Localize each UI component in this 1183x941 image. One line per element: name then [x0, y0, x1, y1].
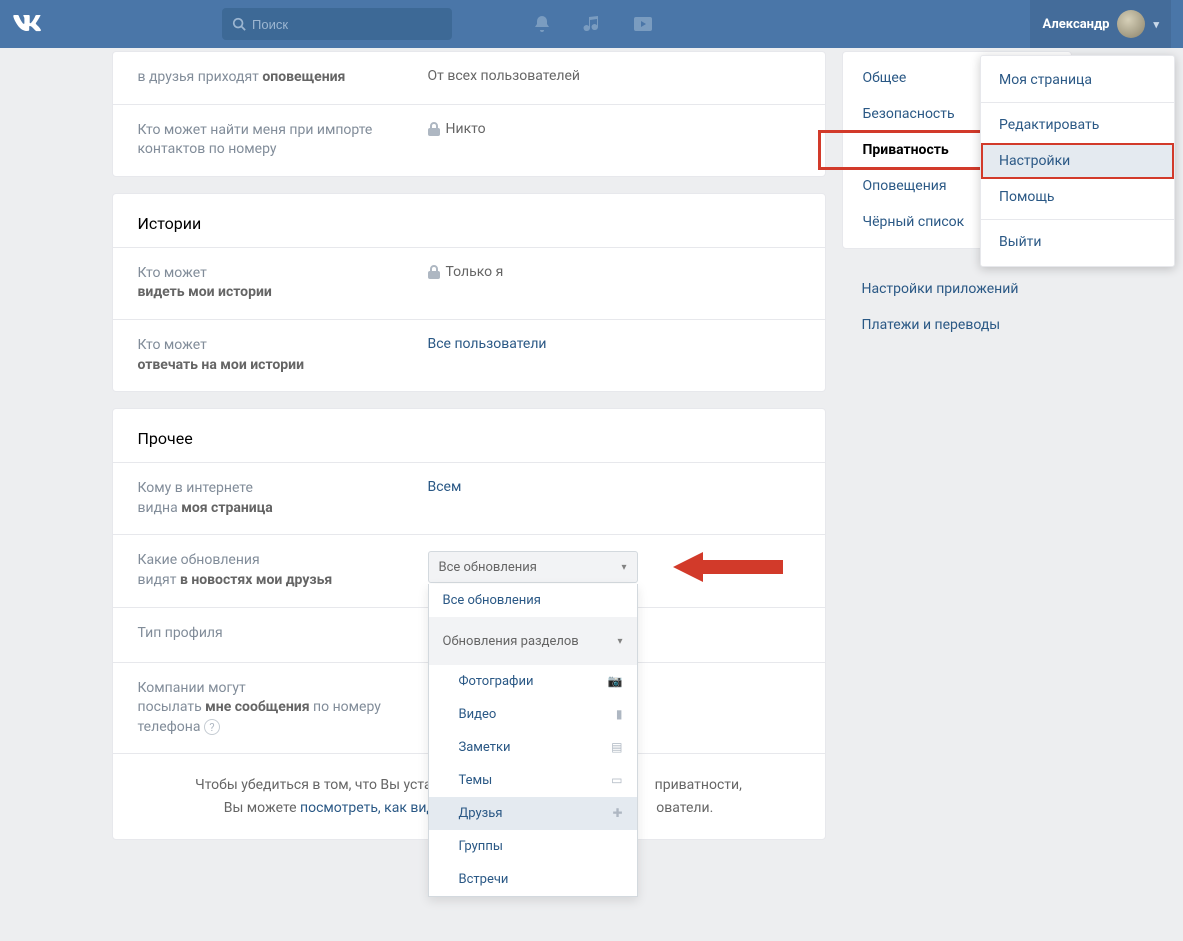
row-internet-visible[interactable]: Кому в интернете видна моя страница Всем — [113, 462, 825, 534]
help-icon[interactable]: ? — [204, 719, 220, 735]
row-value: Все пользователи — [428, 336, 800, 352]
row-label: Кто можетвидеть мои истории — [138, 264, 428, 303]
row-label: Кто может найти меня при импорте контакт… — [138, 121, 428, 160]
panel-other: Прочее Кому в интернете видна моя страни… — [112, 408, 826, 840]
row-label: Кто можетотвечать на мои истории — [138, 336, 428, 375]
row-value-select: Все обновления ▾ Все обновления Обновлен… — [428, 551, 800, 583]
user-name: Александр — [1042, 17, 1109, 32]
opt-topics[interactable]: Темы▭ — [429, 764, 637, 797]
opt-friends[interactable]: Друзья✚ — [429, 797, 637, 830]
dropdown-logout[interactable]: Выйти — [981, 224, 1174, 260]
row-see-stories[interactable]: Кто можетвидеть мои истории Только я — [113, 247, 825, 319]
row-import-contacts[interactable]: Кто может найти меня при импорте контакт… — [113, 104, 825, 176]
red-arrow-annotation — [673, 547, 783, 587]
panel-top: в друзья приходят оповещения От всех пол… — [112, 51, 826, 177]
search-icon — [232, 17, 246, 31]
search-box[interactable] — [222, 8, 452, 40]
top-header: Александр ▾ Моя страница Редактировать Н… — [0, 0, 1183, 48]
lock-icon — [428, 122, 440, 136]
row-value: Никто — [428, 121, 800, 137]
row-value: Всем — [428, 479, 800, 495]
nav-app-settings[interactable]: Настройки приложений — [842, 271, 1072, 307]
user-dropdown: Моя страница Редактировать Настройки Пом… — [980, 55, 1175, 267]
music-icon[interactable] — [582, 14, 602, 34]
section-title-other: Прочее — [113, 409, 825, 462]
row-label: Тип профиля — [138, 624, 428, 644]
header-icons — [532, 13, 654, 35]
opt-photos[interactable]: Фотографии📷 — [429, 665, 637, 698]
row-value: Только я — [428, 264, 800, 280]
note-icon: ▤ — [611, 740, 622, 755]
opt-video[interactable]: Видео▮ — [429, 698, 637, 731]
row-news-updates: Какие обновления видят в новостях мои др… — [113, 534, 825, 606]
row-label: Кому в интернете видна моя страница — [138, 479, 428, 518]
video-icon[interactable] — [632, 13, 654, 35]
row-friend-notifications[interactable]: в друзья приходят оповещения От всех пол… — [113, 52, 825, 104]
chevron-down-icon: ▾ — [1153, 18, 1159, 31]
row-label: в друзья приходят оповещения — [138, 68, 428, 88]
nav-payments[interactable]: Платежи и переводы — [842, 307, 1072, 343]
section-title-stories: Истории — [113, 194, 825, 247]
avatar — [1117, 10, 1145, 38]
search-input[interactable] — [252, 17, 442, 32]
camera-icon: 📷 — [608, 674, 623, 689]
row-value: От всех пользователей — [428, 68, 800, 84]
bell-icon[interactable] — [532, 14, 552, 34]
opt-meetings[interactable]: Встречи — [429, 863, 637, 896]
chat-icon: ▭ — [611, 773, 622, 788]
row-reply-stories[interactable]: Кто можетотвечать на мои истории Все пол… — [113, 319, 825, 391]
caret-down-icon: ▾ — [617, 636, 622, 647]
user-menu[interactable]: Александр ▾ — [1030, 0, 1171, 48]
dropdown-edit[interactable]: Редактировать — [981, 107, 1174, 143]
lock-icon — [428, 265, 440, 279]
panel-stories: Истории Кто можетвидеть мои истории Толь… — [112, 193, 826, 392]
opt-groups[interactable]: Группы — [429, 830, 637, 863]
dropdown-my-page[interactable]: Моя страница — [981, 62, 1174, 98]
row-label: Какие обновления видят в новостях мои др… — [138, 551, 428, 590]
opt-all-updates[interactable]: Все обновления — [429, 584, 637, 617]
opt-header-sections[interactable]: Обновления разделов ▾ — [429, 617, 637, 665]
updates-select[interactable]: Все обновления ▾ — [428, 551, 638, 583]
dropdown-settings[interactable]: Настройки — [981, 143, 1174, 179]
updates-select-list: Все обновления Обновления разделов ▾ Фот… — [428, 584, 638, 897]
plus-icon: ✚ — [612, 806, 622, 821]
vk-logo[interactable] — [12, 15, 42, 33]
opt-notes[interactable]: Заметки▤ — [429, 731, 637, 764]
caret-down-icon: ▾ — [621, 562, 626, 573]
film-icon: ▮ — [616, 707, 623, 722]
row-label: Компании могут посылать мне сообщения по… — [138, 679, 428, 738]
dropdown-help[interactable]: Помощь — [981, 179, 1174, 215]
